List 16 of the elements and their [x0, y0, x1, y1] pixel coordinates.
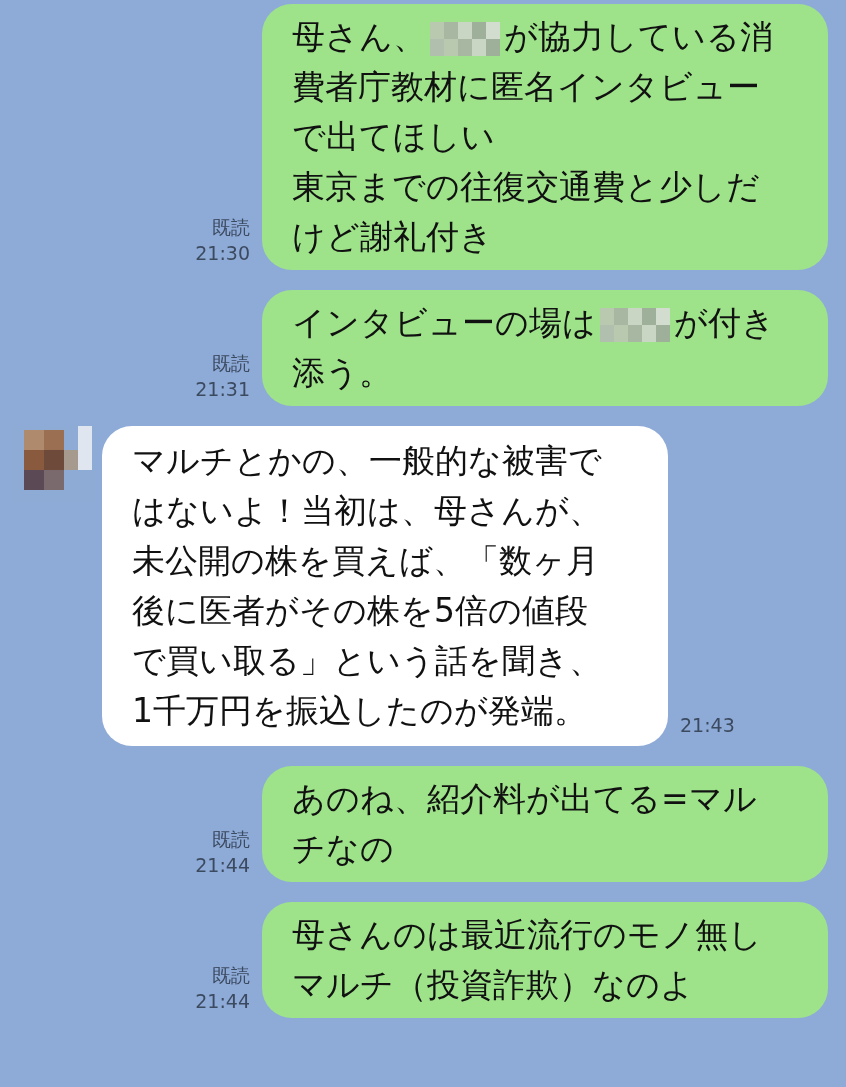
read-label: 既読 — [212, 827, 250, 852]
message-text: マルチとかの、一般的な被害で はないよ！当初は、母さんが、 未公開の株を買えば、「数ヶ月 後に医者がその株を5倍の値段 で買い取る」という話を聞き、 1千万円を振込したのが発端。 — [132, 440, 603, 732]
mosaic-icon — [600, 307, 670, 342]
timestamp: 21:43 — [680, 713, 735, 738]
read-label: 既読 — [212, 963, 250, 988]
timestamp: 21:44 — [195, 989, 250, 1014]
message-text: インタビューの場は が付き 添う。 — [292, 302, 776, 394]
message-text: あのね、紹介料が出てる=マル チなの — [292, 778, 758, 870]
timestamp: 21:31 — [195, 377, 250, 402]
read-label: 既読 — [212, 351, 250, 376]
timestamp: 21:30 — [195, 241, 250, 266]
timestamp: 21:44 — [195, 853, 250, 878]
message-text: 母さん、 が協力している消 費者庁教材に匿名インタビュー で出てほしい 東京までの往復交通費と少しだ けど謝礼付き — [292, 16, 774, 258]
mosaic-icon — [430, 21, 500, 56]
message-text: 母さんのは最近流行のモノ無し マルチ（投資詐欺）なのよ — [292, 914, 763, 1006]
read-label: 既読 — [212, 215, 250, 240]
